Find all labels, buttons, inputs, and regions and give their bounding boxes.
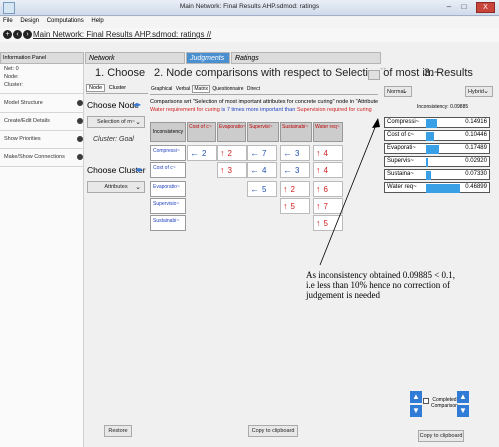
annotation-arrow — [319, 118, 380, 266]
annotation-note: As inconsistency obtained 0.09885 < 0.1,… — [306, 270, 456, 300]
